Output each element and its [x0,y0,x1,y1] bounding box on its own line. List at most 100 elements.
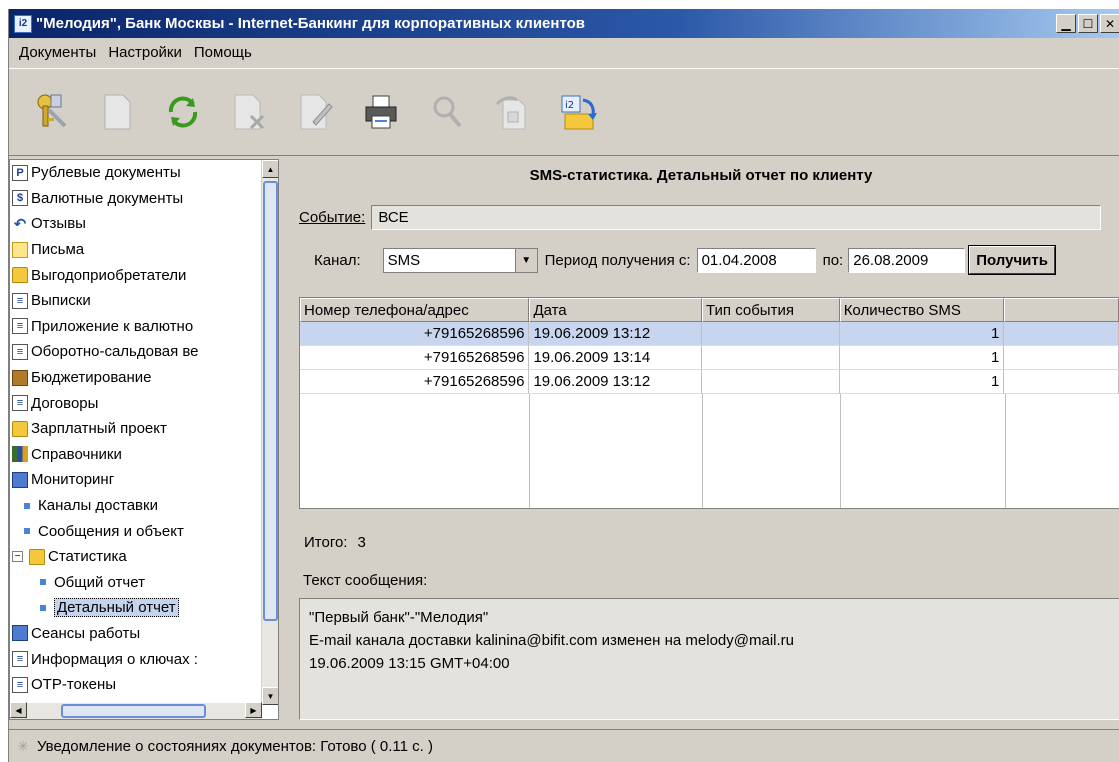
table-row[interactable]: +79165268596 19.06.2009 13:12 1 [300,322,1119,346]
column-header-date[interactable]: Дата [529,298,703,322]
tree-item[interactable]: ≡ Информация о ключах : [10,646,262,672]
collapse-icon[interactable]: − [12,551,23,563]
tree-item[interactable]: Сеансы работы [10,621,262,647]
keys-button[interactable] [27,88,75,136]
column-header-phone[interactable]: Номер телефона/адрес [300,298,530,322]
empty-col [530,394,703,508]
tree-item[interactable]: P Рублевые документы [10,160,262,186]
date-from-input[interactable]: 01.04.2008 [696,247,816,273]
tree-item[interactable]: ≡ OTP-токены [10,672,262,698]
tree-item[interactable]: $ Валютные документы [10,186,262,212]
tree-item[interactable]: Справочники [10,442,262,468]
tree-horizontal-scrollbar[interactable]: ◀ ▶ [10,702,262,719]
tree-item-label: Письма [31,241,85,259]
refresh-button[interactable] [159,88,207,136]
column-header-event-type[interactable]: Тип события [702,298,840,322]
report-title: SMS-статистика. Детальный отчет по клиен… [529,167,873,184]
table-body: +79165268596 19.06.2009 13:12 1 +7916526859… [300,322,1119,394]
channel-value: SMS [387,251,421,269]
status-bar: ✳ Уведомление о состояниях документов: Г… [9,729,1119,762]
close-button[interactable]: ✕ [1100,14,1119,33]
message-line: E-mail канала доставки kalinina@bifit.co… [309,632,794,649]
tree-item-label: Оборотно-сальдовая ве [31,343,199,361]
svg-text:i2: i2 [565,100,574,111]
doc-icon: ≡ [12,343,28,360]
chevron-down-icon[interactable]: ▼ [514,248,537,272]
table-row[interactable]: +79165268596 19.06.2009 13:12 1 [300,370,1119,394]
tree-item[interactable]: Бюджетирование [10,365,262,391]
column-header-sms-count[interactable]: Количество SMS [839,298,1005,322]
cell-date: 19.06.2009 13:14 [529,346,703,370]
tree-item[interactable]: Выгодоприобретатели [10,262,262,288]
tree-item[interactable]: ≡ Договоры [10,390,262,416]
menu-help[interactable]: Помощь [188,44,258,61]
title-bar[interactable]: i2 "Мелодия", Банк Москвы - Internet-Бан… [9,9,1119,38]
message-text-area[interactable]: "Первый банк"-"Мелодия" E-mail канала до… [299,598,1119,720]
tree-item[interactable]: − Статистика [10,544,262,570]
scroll-left-arrow[interactable]: ◀ [10,702,27,718]
mail-icon [12,241,28,258]
app-window: i2 "Мелодия", Банк Москвы - Internet-Бан… [8,9,1119,762]
report-panel: SMS-статистика. Детальный отчет по клиен… [282,159,1119,720]
export-icon [495,96,526,130]
get-report-button[interactable]: Получить [968,245,1056,275]
scroll-down-arrow[interactable]: ▼ [262,687,278,705]
tree-vertical-scrollbar[interactable]: ▲ ▼ [261,160,278,705]
date-to-value: 26.08.2009 [853,251,929,269]
tree-item-label: Информация о ключах : [31,650,198,668]
report-table: Номер телефона/адрес Дата Тип события Ко… [299,297,1119,509]
tree-item-label: OTP-токены [31,676,117,694]
new-document-button[interactable] [93,88,141,136]
tree-item-label: Общий отчет [54,573,145,591]
export-button[interactable] [489,88,537,136]
tree-item[interactable]: Детальный отчет [10,595,262,621]
tree-item[interactable]: Сообщения и объект [10,518,262,544]
bullet-icon [40,604,46,611]
import-button[interactable]: i2 [555,88,603,136]
table-row[interactable]: +79165268596 19.06.2009 13:14 1 [300,346,1119,370]
message-label-row: Текст сообщения: [303,572,427,589]
scroll-up-arrow[interactable]: ▲ [262,160,278,178]
tree-item[interactable]: Письма [10,237,262,263]
import-icon: i2 [561,95,597,130]
cell-empty [1004,346,1119,370]
tree-item[interactable]: Общий отчет [10,570,262,596]
menu-documents[interactable]: Документы [13,44,102,61]
search-button[interactable] [423,88,471,136]
period-label: Период получения с: [544,251,691,269]
bullet-icon [24,528,30,535]
maximize-button[interactable]: ☐ [1078,14,1098,33]
cell-date: 19.06.2009 13:12 [529,322,703,346]
tree-item[interactable]: Зарплатный проект [10,416,262,442]
keys-icon [37,94,67,128]
tree-item[interactable]: ≡ Приложение к валютно [10,314,262,340]
menu-settings[interactable]: Настройки [102,44,188,61]
tree-vertical-scroll-thumb[interactable] [263,181,278,621]
tree-item-label: Рублевые документы [31,164,181,182]
folder-open-icon [29,548,45,565]
delete-document-button[interactable] [225,88,273,136]
tree-item[interactable]: ≡ Оборотно-сальдовая ве [10,339,262,365]
tree-item[interactable]: Каналы доставки [10,493,262,519]
doc-icon: P [12,164,28,181]
cell-event-type [702,322,840,346]
date-to-input[interactable]: 26.08.2009 [848,247,966,273]
edit-document-button[interactable] [291,88,339,136]
tree-item[interactable]: ↶ Отзывы [10,211,262,237]
tree-item[interactable]: Мониторинг [10,467,262,493]
tree-item[interactable]: ≡ Выписки [10,288,262,314]
bullet-icon [40,579,46,586]
minimize-button[interactable]: ▁ [1056,14,1076,33]
channel-select[interactable]: SMS ▼ [382,247,538,273]
tree-item-label: Каналы доставки [38,497,158,515]
cell-sms-count: 1 [839,370,1005,394]
menu-bar: Документы Настройки Помощь [9,38,1119,67]
filter-row: Канал: SMS ▼ Период получения с: 01.04.2… [314,245,1056,275]
tree-horizontal-scroll-thumb[interactable] [61,704,206,718]
print-button[interactable] [357,88,405,136]
scroll-right-arrow[interactable]: ▶ [245,702,262,718]
monitor-icon [12,471,28,488]
doc-icon: ≡ [12,318,28,335]
tree-item-label: Сеансы работы [31,624,141,642]
event-value: ВСЕ [378,209,409,226]
